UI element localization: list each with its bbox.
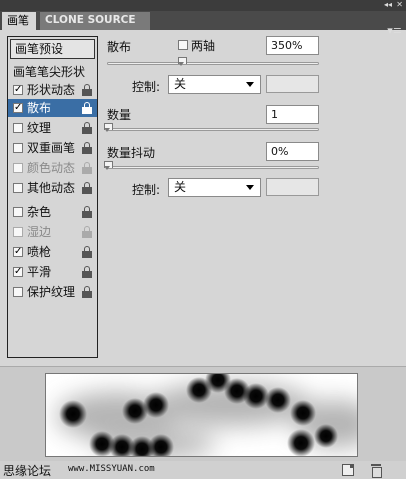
count-label: 数量: [107, 108, 132, 122]
sidebar-item-label: 湿边: [27, 225, 52, 239]
sidebar-item-texture[interactable]: 纹理: [8, 119, 97, 137]
texture-checkbox[interactable]: [13, 123, 23, 133]
sidebar-item-other-dynamics[interactable]: 其他动态: [8, 179, 97, 197]
scatter-slider-track[interactable]: [107, 62, 319, 65]
sidebar-item-label: 保护纹理: [27, 285, 76, 299]
airbrush-checkbox[interactable]: ✓: [13, 247, 23, 257]
wet-edges-checkbox[interactable]: [13, 227, 23, 237]
both-axes-checkbox[interactable]: [178, 40, 188, 50]
chevron-down-icon: [246, 185, 254, 190]
close-icon[interactable]: ✕: [396, 0, 403, 10]
lock-icon[interactable]: [82, 162, 92, 174]
sidebar-item-label: 平滑: [27, 265, 52, 279]
sidebar-item-label: 双重画笔: [27, 141, 76, 155]
scatter-control-value: 关: [174, 77, 187, 91]
sidebar-item-tip-shape[interactable]: 画笔笔尖形状: [8, 63, 97, 81]
lock-icon[interactable]: [82, 142, 92, 154]
scatter-value-field[interactable]: 350%: [266, 36, 319, 55]
lock-icon[interactable]: [82, 226, 92, 238]
lock-icon[interactable]: [82, 286, 92, 298]
count-jitter-control-dropdown[interactable]: 关: [168, 178, 261, 197]
brush-presets-button[interactable]: 画笔预设: [10, 39, 95, 59]
trash-icon[interactable]: [370, 464, 382, 478]
lock-icon[interactable]: [82, 246, 92, 258]
brush-stroke-preview-image: [56, 374, 357, 456]
panel-status-bar: 思缘论坛 www.MISSYUAN.com: [0, 461, 406, 479]
lock-icon[interactable]: [82, 122, 92, 134]
panel-menu-icon[interactable]: ▾≡: [387, 24, 402, 38]
count-jitter-control-extra-field: [266, 178, 319, 196]
tab-bar: 画笔 CLONE SOURCE ▾≡: [0, 11, 406, 37]
sidebar-item-protect-texture[interactable]: 保护纹理: [8, 283, 97, 301]
dual-brush-checkbox[interactable]: [13, 143, 23, 153]
count-jitter-label: 数量抖动: [107, 146, 156, 160]
tab-brush[interactable]: 画笔: [2, 12, 36, 30]
brush-preview-strip: [0, 366, 406, 461]
scatter-slider-handle[interactable]: [177, 57, 187, 67]
collapse-icon[interactable]: ◂◂: [384, 0, 392, 10]
scatter-control-label: 控制:: [132, 80, 161, 94]
scatter-control-dropdown[interactable]: 关: [168, 75, 261, 94]
panel-title-bar: ◂◂ ✕: [0, 0, 406, 11]
sidebar-item-wet-edges[interactable]: 湿边: [8, 223, 97, 241]
shape-dynamics-checkbox[interactable]: ✓: [13, 85, 23, 95]
lock-icon[interactable]: [82, 206, 92, 218]
other-dynamics-checkbox[interactable]: [13, 183, 23, 193]
sidebar-item-dual-brush[interactable]: 双重画笔: [8, 139, 97, 157]
count-slider-handle[interactable]: [103, 123, 113, 133]
sidebar-item-scattering[interactable]: ✓ 散布: [8, 99, 97, 117]
both-axes-label: 两轴: [191, 39, 216, 53]
sidebar-item-label: 杂色: [27, 205, 52, 219]
sidebar-item-label: 形状动态: [27, 83, 76, 97]
brush-settings-sidebar: 画笔预设 画笔笔尖形状 ✓ 形状动态 ✓ 散布 纹理 双重画笔 颜色动态 其他动…: [7, 36, 98, 358]
lock-icon[interactable]: [82, 102, 92, 114]
new-preset-icon[interactable]: [342, 464, 354, 476]
count-jitter-slider-handle[interactable]: [103, 161, 113, 171]
sidebar-item-smoothing[interactable]: ✓ 平滑: [8, 263, 97, 281]
brush-stroke-preview: [45, 373, 358, 457]
noise-checkbox[interactable]: [13, 207, 23, 217]
sidebar-item-label: 纹理: [27, 121, 52, 135]
sidebar-item-label: 颜色动态: [27, 161, 76, 175]
count-value-field[interactable]: 1: [266, 105, 319, 124]
sidebar-item-label: 喷枪: [27, 245, 52, 259]
sidebar-item-color-dynamics[interactable]: 颜色动态: [8, 159, 97, 177]
lock-icon[interactable]: [82, 182, 92, 194]
sidebar-item-label: 其他动态: [27, 181, 76, 195]
scatter-label: 散布: [107, 40, 132, 54]
lock-icon[interactable]: [82, 84, 92, 96]
scattering-checkbox[interactable]: ✓: [13, 103, 23, 113]
protect-texture-checkbox[interactable]: [13, 287, 23, 297]
count-slider-track[interactable]: [107, 128, 319, 131]
smoothing-checkbox[interactable]: ✓: [13, 267, 23, 277]
count-jitter-control-label: 控制:: [132, 183, 161, 197]
count-jitter-slider-track[interactable]: [107, 166, 319, 169]
scatter-control-extra-field: [266, 75, 319, 93]
sidebar-item-label: 散布: [27, 101, 52, 115]
sidebar-item-label: 画笔笔尖形状: [13, 65, 86, 79]
color-dynamics-checkbox[interactable]: [13, 163, 23, 173]
sidebar-item-noise[interactable]: 杂色: [8, 203, 97, 221]
count-jitter-control-value: 关: [174, 180, 187, 194]
sidebar-item-shape-dynamics[interactable]: ✓ 形状动态: [8, 81, 97, 99]
watermark-text: 思缘论坛: [3, 464, 52, 478]
watermark-url: www.MISSYUAN.com: [68, 464, 155, 474]
sidebar-item-airbrush[interactable]: ✓ 喷枪: [8, 243, 97, 261]
count-jitter-value-field[interactable]: 0%: [266, 142, 319, 161]
lock-icon[interactable]: [82, 266, 92, 278]
chevron-down-icon: [246, 82, 254, 87]
tab-clone-source[interactable]: CLONE SOURCE: [40, 12, 150, 30]
